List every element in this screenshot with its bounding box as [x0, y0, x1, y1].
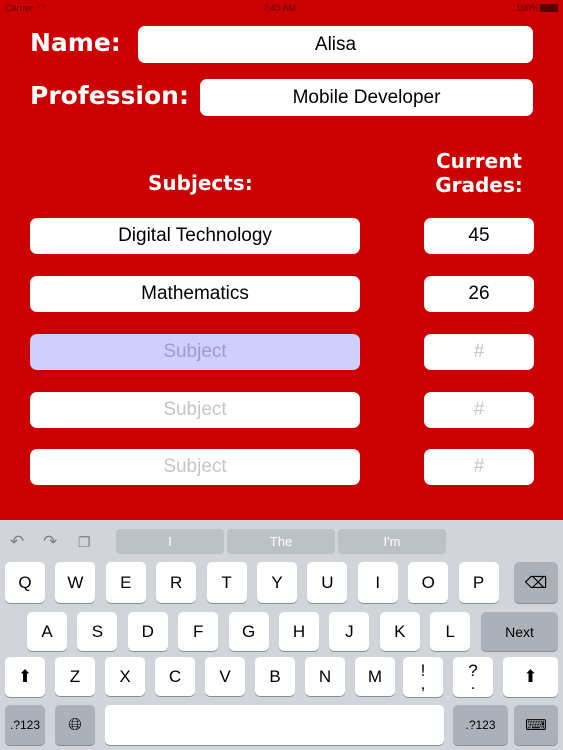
- redo-icon[interactable]: ↷: [43, 532, 57, 552]
- subject-placeholder: Subject: [163, 456, 227, 477]
- key-p[interactable]: P: [458, 562, 499, 603]
- key-h[interactable]: H: [279, 612, 319, 651]
- key-f[interactable]: F: [178, 612, 219, 651]
- key-q[interactable]: Q: [5, 562, 45, 603]
- next-key[interactable]: Next: [481, 612, 558, 651]
- hide-keyboard-icon[interactable]: ⌨: [514, 705, 558, 745]
- key-x[interactable]: X: [105, 657, 145, 696]
- key-k[interactable]: K: [379, 612, 420, 651]
- battery-percent: 100%: [516, 3, 540, 13]
- key-b[interactable]: B: [255, 657, 295, 696]
- key-o[interactable]: O: [408, 562, 449, 603]
- subject-placeholder: Subject: [163, 341, 227, 362]
- key-z[interactable]: Z: [55, 657, 95, 696]
- name-label: Name:: [30, 28, 121, 57]
- delete-key[interactable]: ⌫: [514, 562, 558, 603]
- name-input[interactable]: Alisa: [138, 26, 533, 63]
- key-c[interactable]: C: [155, 657, 195, 696]
- grades-header-line2: Grades:: [435, 173, 523, 197]
- numbers-key-right[interactable]: .?123: [453, 705, 508, 745]
- carrier: Carrier: [5, 3, 33, 13]
- suggestion-2[interactable]: The: [227, 529, 335, 554]
- profession-input[interactable]: Mobile Developer: [200, 79, 533, 116]
- numbers-key-left[interactable]: .?123: [5, 705, 45, 745]
- key-n[interactable]: N: [305, 657, 345, 696]
- battery-icon: [540, 4, 558, 12]
- key-j[interactable]: J: [329, 612, 370, 651]
- comma-label: ,: [420, 674, 426, 693]
- grade-input-2[interactable]: 26: [424, 276, 534, 312]
- subject-input-5[interactable]: Subject: [30, 449, 360, 485]
- key-a[interactable]: A: [27, 612, 67, 651]
- shift-key-left[interactable]: ⬆: [5, 657, 45, 697]
- suggestion-1[interactable]: I: [116, 529, 224, 554]
- grade-placeholder: #: [473, 456, 485, 477]
- key-e[interactable]: E: [105, 562, 146, 603]
- key-m[interactable]: M: [355, 657, 395, 696]
- grade-placeholder: #: [473, 399, 485, 420]
- grade-input-5[interactable]: #: [424, 449, 534, 485]
- key-r[interactable]: R: [156, 562, 197, 603]
- clock: 7:43 AM: [263, 3, 297, 13]
- grade-input-1[interactable]: 45: [424, 218, 534, 254]
- space-key[interactable]: [105, 705, 444, 745]
- undo-icon[interactable]: ↶: [10, 532, 24, 552]
- subject-input-4[interactable]: Subject: [30, 392, 360, 428]
- key-g[interactable]: G: [228, 612, 269, 651]
- grades-header: Current Grades:: [424, 149, 534, 197]
- globe-icon[interactable]: 🌐︎: [55, 705, 95, 745]
- grade-input-4[interactable]: #: [424, 392, 534, 428]
- status-bar: Carrier ◠ 7:43 AM 100%: [0, 0, 563, 16]
- shift-key-right[interactable]: ⬆: [503, 657, 558, 697]
- subject-input-2[interactable]: Mathematics: [30, 276, 360, 312]
- keyboard: ↶ ↷ ❐ I The I'm QWERTYUIOPASDFGHJKLZXCVB…: [0, 520, 563, 750]
- key-d[interactable]: D: [127, 612, 168, 651]
- subjects-header: Subjects:: [148, 171, 253, 195]
- subject-input-3[interactable]: Subject: [30, 334, 360, 370]
- key-s[interactable]: S: [77, 612, 118, 651]
- key-t[interactable]: T: [206, 562, 247, 603]
- key-u[interactable]: U: [307, 562, 348, 603]
- subject-input-1[interactable]: Digital Technology: [30, 218, 360, 254]
- key-y[interactable]: Y: [257, 562, 297, 603]
- grade-placeholder: #: [473, 341, 485, 362]
- grades-header-line1: Current: [435, 149, 522, 173]
- wifi-icon: ◠: [38, 2, 46, 12]
- key-w[interactable]: W: [55, 562, 96, 603]
- paste-icon[interactable]: ❐: [78, 534, 91, 551]
- question-period-key[interactable]: ?.: [453, 657, 493, 697]
- grade-input-3[interactable]: #: [424, 334, 534, 370]
- key-i[interactable]: I: [357, 562, 398, 603]
- subject-placeholder: Subject: [163, 399, 227, 420]
- exclam-comma-key[interactable]: !,: [403, 657, 443, 697]
- suggestion-3[interactable]: I'm: [338, 529, 446, 554]
- key-v[interactable]: V: [205, 657, 245, 696]
- period-label: .: [470, 674, 476, 693]
- key-l[interactable]: L: [430, 612, 471, 651]
- profession-label: Profession:: [30, 81, 189, 110]
